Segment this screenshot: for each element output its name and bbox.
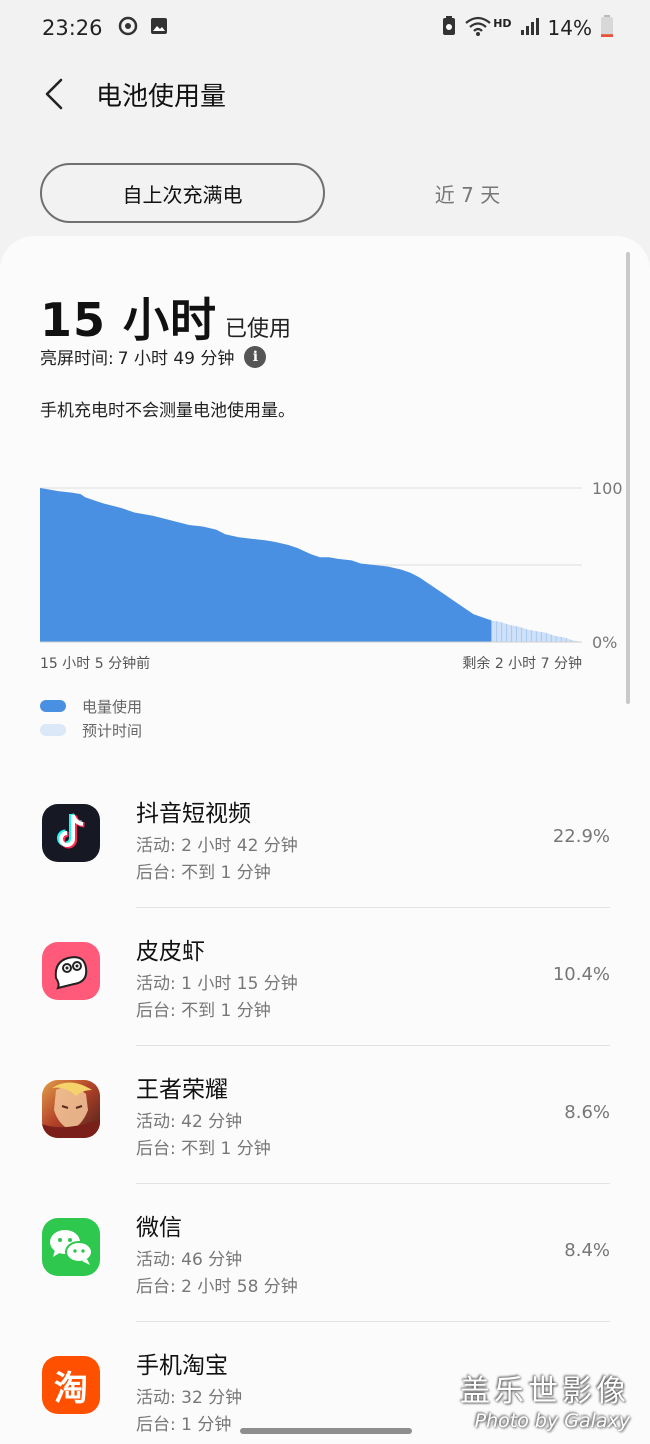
app-percent: 22.9% xyxy=(552,826,610,847)
app-name: 王者荣耀 xyxy=(136,1077,228,1103)
legend-swatch-estimate xyxy=(40,724,66,736)
app-row-wechat[interactable]: 微信 活动: 46 分钟 后台: 2 小时 58 分钟 8.4% xyxy=(0,1184,650,1322)
charging-note: 手机充电时不会测量电池使用量。 xyxy=(40,401,295,421)
watermark-subtitle: Photo by Galaxy xyxy=(474,1410,630,1432)
app-active-time: 活动: 42 分钟 xyxy=(136,1112,243,1132)
app-background-time: 后台: 不到 1 分钟 xyxy=(136,1001,271,1021)
chevron-left-icon xyxy=(45,78,63,110)
x-end-label: 剩余 2 小时 7 分钟 xyxy=(462,655,582,672)
battery-chart: 100 0% 15 小时 5 分钟前 剩余 2 小时 7 分钟 xyxy=(40,479,623,672)
app-name: 微信 xyxy=(136,1215,182,1241)
app-background-time: 后台: 不到 1 分钟 xyxy=(136,1139,271,1159)
app-background-time: 后台: 1 分钟 xyxy=(136,1415,232,1435)
usage-summary: 15 小时 已使用 xyxy=(40,284,291,350)
notification-badge-icon xyxy=(117,15,139,41)
app-name: 手机淘宝 xyxy=(136,1353,228,1379)
used-time-suffix: 已使用 xyxy=(225,317,292,342)
signal-icon xyxy=(520,16,540,41)
network-label: HD xyxy=(493,16,512,30)
wechat-icon xyxy=(42,1218,100,1276)
app-active-time: 活动: 1 小时 15 分钟 xyxy=(136,974,298,994)
used-time-value: 15 小时 xyxy=(40,293,218,347)
chart-legend: 电量使用 预计时间 xyxy=(40,694,142,742)
app-percent: 8.4% xyxy=(564,1240,610,1261)
x-start-label: 15 小时 5 分钟前 xyxy=(40,655,150,672)
app-active-time: 活动: 32 分钟 xyxy=(136,1388,243,1408)
pipixia-icon xyxy=(42,942,100,1000)
legend-label-estimate: 预计时间 xyxy=(82,721,143,740)
battery-percent: 14% xyxy=(547,16,592,40)
battery-fill xyxy=(601,33,613,37)
app-row-honor-of-kings[interactable]: 王者荣耀 活动: 42 分钟 后台: 不到 1 分钟 8.6% xyxy=(0,1046,650,1184)
app-row-douyin[interactable]: 抖音短视频 活动: 2 小时 42 分钟 后台: 不到 1 分钟 22.9% xyxy=(0,770,650,908)
legend-swatch-usage xyxy=(40,700,66,712)
battery-saver-icon xyxy=(441,15,457,42)
tab-since-last-full-charge[interactable]: 自上次充满电 xyxy=(40,163,325,223)
taobao-icon: 淘 xyxy=(42,1356,100,1414)
screen-time-row: 亮屏时间: 7 小时 49 分钟 i xyxy=(40,344,267,369)
watermark-title: 盖乐世影像 xyxy=(460,1374,630,1409)
screen-time-label: 亮屏时间: xyxy=(40,349,114,369)
wifi-icon xyxy=(465,15,491,42)
status-bar: 23:26 HD 14% xyxy=(0,0,650,56)
legend-item-usage: 电量使用 xyxy=(40,694,142,718)
period-tabs: 自上次充满电 近 7 天 xyxy=(40,163,610,223)
page-title: 电池使用量 xyxy=(96,82,227,112)
app-background-time: 后台: 不到 1 分钟 xyxy=(136,863,271,883)
screen-time-value: 7 小时 49 分钟 xyxy=(117,349,235,369)
app-background-time: 后台: 2 小时 58 分钟 xyxy=(136,1277,298,1297)
legend-item-estimate: 预计时间 xyxy=(40,718,142,742)
app-active-time: 活动: 46 分钟 xyxy=(136,1250,243,1270)
douyin-icon xyxy=(42,804,100,862)
app-header: 电池使用量 xyxy=(0,62,650,126)
battery-icon xyxy=(600,14,614,43)
app-percent: 8.6% xyxy=(564,1102,610,1123)
legend-label-usage: 电量使用 xyxy=(82,697,143,716)
home-indicator[interactable] xyxy=(240,1428,412,1434)
app-active-time: 活动: 2 小时 42 分钟 xyxy=(136,836,298,856)
info-icon[interactable]: i xyxy=(244,345,267,368)
honor-of-kings-icon xyxy=(42,1080,100,1138)
y-tick-label-0: 0% xyxy=(592,633,617,652)
app-row-pipixia[interactable]: 皮皮虾 活动: 1 小时 15 分钟 后台: 不到 1 分钟 10.4% xyxy=(0,908,650,1046)
back-button[interactable] xyxy=(34,76,74,112)
tab-last-7-days[interactable]: 近 7 天 xyxy=(325,163,610,223)
watermark: 盖乐世影像 Photo by Galaxy xyxy=(460,1366,630,1432)
gallery-icon xyxy=(149,16,169,40)
y-tick-label-100: 100 xyxy=(592,479,623,498)
app-percent: 10.4% xyxy=(552,964,610,985)
taobao-glyph: 淘 xyxy=(54,1368,88,1409)
app-usage-list: 抖音短视频 活动: 2 小时 42 分钟 后台: 不到 1 分钟 22.9% 皮… xyxy=(0,770,650,1444)
status-time: 23:26 xyxy=(42,16,103,40)
app-name: 皮皮虾 xyxy=(136,939,205,965)
app-name: 抖音短视频 xyxy=(136,801,251,827)
